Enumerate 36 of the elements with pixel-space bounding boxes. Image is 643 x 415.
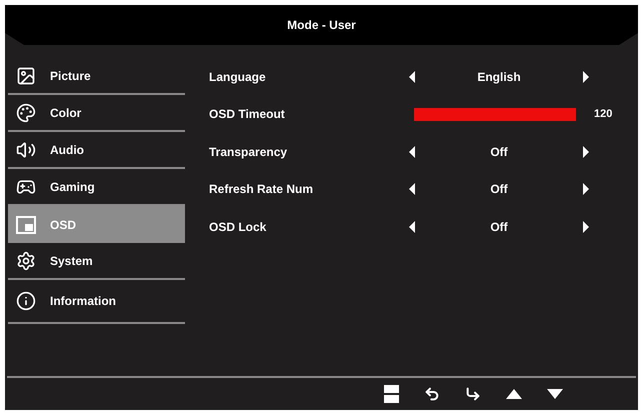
sidebar-item[interactable]: Information xyxy=(8,280,185,324)
setting-label: Transparency xyxy=(209,144,288,161)
setting-value: English xyxy=(476,68,522,86)
enter-arrow-icon[interactable] xyxy=(465,386,481,402)
right-arrow-icon[interactable] xyxy=(583,220,589,233)
left-arrow-icon[interactable] xyxy=(409,220,415,233)
left-arrow-icon[interactable] xyxy=(409,183,415,196)
screen-icon xyxy=(16,216,36,234)
left-arrow-icon[interactable] xyxy=(409,146,415,158)
setting-label: Refresh Rate Num xyxy=(209,181,314,198)
settings-icon xyxy=(16,250,36,270)
sidebar-item[interactable]: Color xyxy=(8,95,185,132)
setting-label: Language xyxy=(209,68,267,86)
left-arrow-icon[interactable] xyxy=(409,70,415,83)
palette-icon xyxy=(16,102,36,122)
down-arrow-icon[interactable] xyxy=(547,389,563,399)
info-icon xyxy=(16,291,36,311)
mode-title: Mode - User xyxy=(287,17,356,34)
right-arrow-icon[interactable] xyxy=(583,70,589,83)
up-arrow-icon[interactable] xyxy=(506,389,522,399)
back-arrow-icon[interactable] xyxy=(424,386,440,402)
slider-reading: 120 xyxy=(594,107,612,122)
picture-icon xyxy=(16,66,36,86)
setting-value: Off xyxy=(489,144,509,161)
setting-label: OSD Lock xyxy=(209,218,268,236)
right-arrow-icon[interactable] xyxy=(583,146,589,158)
menu-icon[interactable] xyxy=(384,385,399,403)
sidebar-item[interactable]: Audio xyxy=(8,132,185,169)
right-arrow-icon[interactable] xyxy=(583,183,589,196)
speaker-icon xyxy=(16,140,36,160)
setting-value: Off xyxy=(489,181,509,198)
sidebar-item[interactable]: Picture xyxy=(8,58,185,95)
timeout-slider[interactable] xyxy=(414,108,576,121)
setting-value: Off xyxy=(489,218,509,236)
sidebar-item[interactable]: System xyxy=(8,243,185,280)
setting-label: OSD Timeout xyxy=(209,106,286,124)
